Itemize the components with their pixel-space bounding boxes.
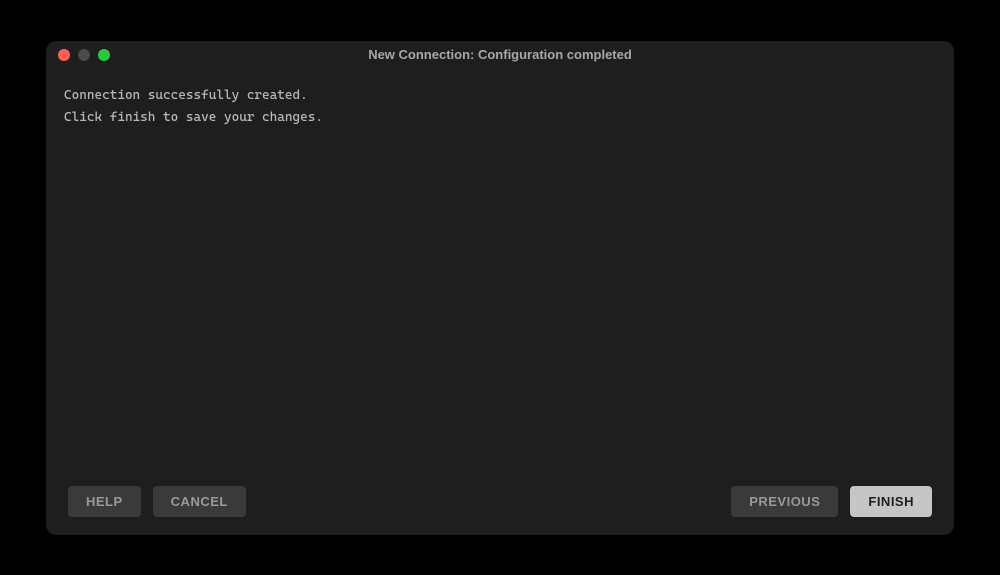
message-line-2: Click finish to save your changes. [64, 107, 936, 129]
traffic-lights [46, 49, 110, 61]
dialog-window: New Connection: Configuration completed … [46, 41, 954, 535]
cancel-button[interactable]: CANCEL [153, 486, 246, 517]
maximize-icon[interactable] [98, 49, 110, 61]
titlebar: New Connection: Configuration completed [46, 41, 954, 69]
close-icon[interactable] [58, 49, 70, 61]
content-area: Connection successfully created. Click f… [46, 69, 954, 472]
message-line-1: Connection successfully created. [64, 85, 936, 107]
window-title: New Connection: Configuration completed [46, 47, 954, 62]
help-button[interactable]: HELP [68, 486, 141, 517]
minimize-icon [78, 49, 90, 61]
footer-left-group: HELP CANCEL [68, 486, 246, 517]
footer: HELP CANCEL PREVIOUS FINISH [46, 472, 954, 535]
finish-button[interactable]: FINISH [850, 486, 932, 517]
footer-right-group: PREVIOUS FINISH [731, 486, 932, 517]
previous-button[interactable]: PREVIOUS [731, 486, 838, 517]
